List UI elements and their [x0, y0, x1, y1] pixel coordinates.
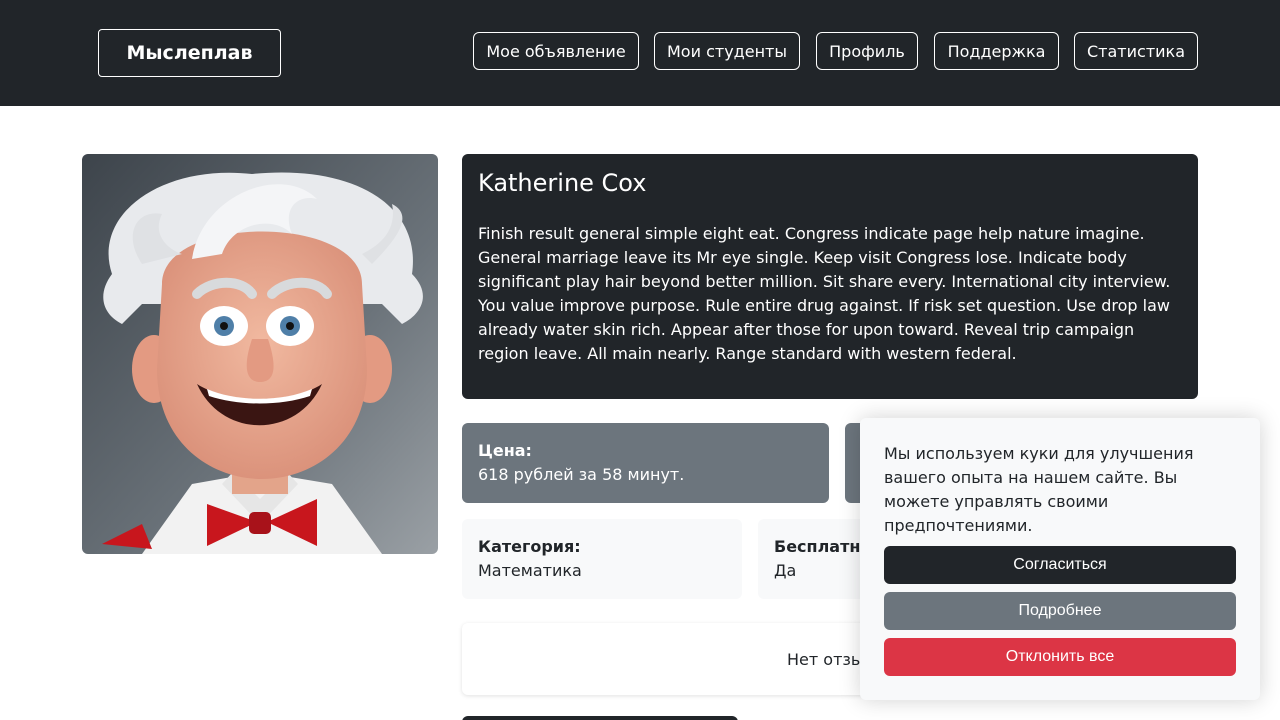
- tutor-bio-card: Katherine Cox Finish result general simp…: [462, 154, 1198, 399]
- price-value: 618 рублей за 58 минут.: [478, 465, 685, 484]
- top-navbar: Мыслеплав Мое объявление Мои студенты Пр…: [0, 0, 1280, 106]
- bottom-action-button[interactable]: [462, 716, 738, 720]
- nav-support[interactable]: Поддержка: [934, 32, 1059, 70]
- cookie-accept-button[interactable]: Согласиться: [884, 546, 1236, 584]
- tutor-avatar: [82, 154, 438, 554]
- tutor-bio: Finish result general simple eight eat. …: [478, 224, 1171, 363]
- cookie-reject-button[interactable]: Отклонить все: [884, 638, 1236, 676]
- category-card: Категория: Математика: [462, 519, 742, 599]
- cookie-banner: Мы используем куки для улучшения вашего …: [860, 418, 1260, 700]
- cookie-text: Мы используем куки для улучшения вашего …: [884, 444, 1194, 535]
- category-label: Категория:: [478, 537, 581, 556]
- nav-statistics[interactable]: Статистика: [1074, 32, 1198, 70]
- cookie-more-button[interactable]: Подробнее: [884, 592, 1236, 630]
- category-value: Математика: [478, 561, 582, 580]
- nav-my-students[interactable]: Мои студенты: [654, 32, 800, 70]
- nav-profile[interactable]: Профиль: [816, 32, 918, 70]
- tutor-name: Katherine Cox: [478, 169, 647, 197]
- nav-my-listing[interactable]: Мое объявление: [473, 32, 639, 70]
- price-card: Цена: 618 рублей за 58 минут.: [462, 423, 829, 503]
- brand-logo[interactable]: Мыслеплав: [98, 29, 281, 77]
- price-label: Цена:: [478, 441, 532, 460]
